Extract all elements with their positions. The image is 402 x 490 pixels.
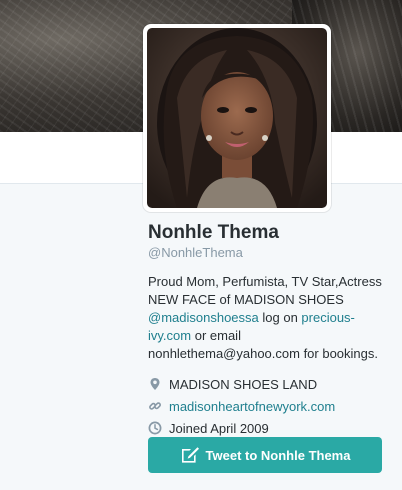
- bio-email-line: nonhlethema@yahoo.com for bookings.: [148, 346, 379, 361]
- profile-joined: Joined April 2009: [148, 417, 393, 439]
- profile-website-link[interactable]: madisonheartofnewyork.com: [169, 399, 335, 414]
- profile-location: MADISON SHOES LAND: [148, 373, 393, 395]
- profile-handle[interactable]: @NonhleThema: [148, 245, 393, 261]
- link-icon: [149, 402, 161, 410]
- tweet-to-button[interactable]: Tweet to Nonhle Thema: [148, 437, 382, 473]
- profile-website[interactable]: madisonheartofnewyork.com: [148, 395, 393, 417]
- calendar-clock-icon: [148, 421, 162, 435]
- bio-line-2: NEW FACE of MADISON SHOES: [148, 292, 344, 307]
- bio-line-1: Proud Mom, Perfumista, TV Star,Actress: [148, 274, 382, 289]
- profile-location-text: MADISON SHOES LAND: [169, 376, 318, 392]
- avatar-photo: [147, 28, 327, 208]
- profile-card: Nonhle Thema @NonhleThema Proud Mom, Per…: [148, 222, 393, 439]
- bio-text-after-mention: log on: [258, 310, 302, 325]
- profile-meta: MADISON SHOES LAND madisonheartofnewyork…: [148, 373, 393, 439]
- compose-icon: [181, 447, 199, 463]
- bio-website-link-part1[interactable]: precious-: [301, 310, 354, 325]
- bio-text-after-link: or email: [191, 328, 241, 343]
- location-pin-icon: [150, 378, 160, 390]
- bio-mention-link[interactable]: @madisonshoessa: [148, 310, 259, 325]
- tweet-to-label: Tweet to Nonhle Thema: [205, 447, 351, 463]
- profile-name[interactable]: Nonhle Thema: [148, 222, 393, 244]
- bio-website-link-part2[interactable]: ivy.com: [148, 328, 191, 343]
- profile-avatar[interactable]: [143, 24, 331, 212]
- profile-bio: Proud Mom, Perfumista, TV Star,Actress N…: [148, 273, 393, 363]
- profile-joined-text: Joined April 2009: [169, 420, 269, 436]
